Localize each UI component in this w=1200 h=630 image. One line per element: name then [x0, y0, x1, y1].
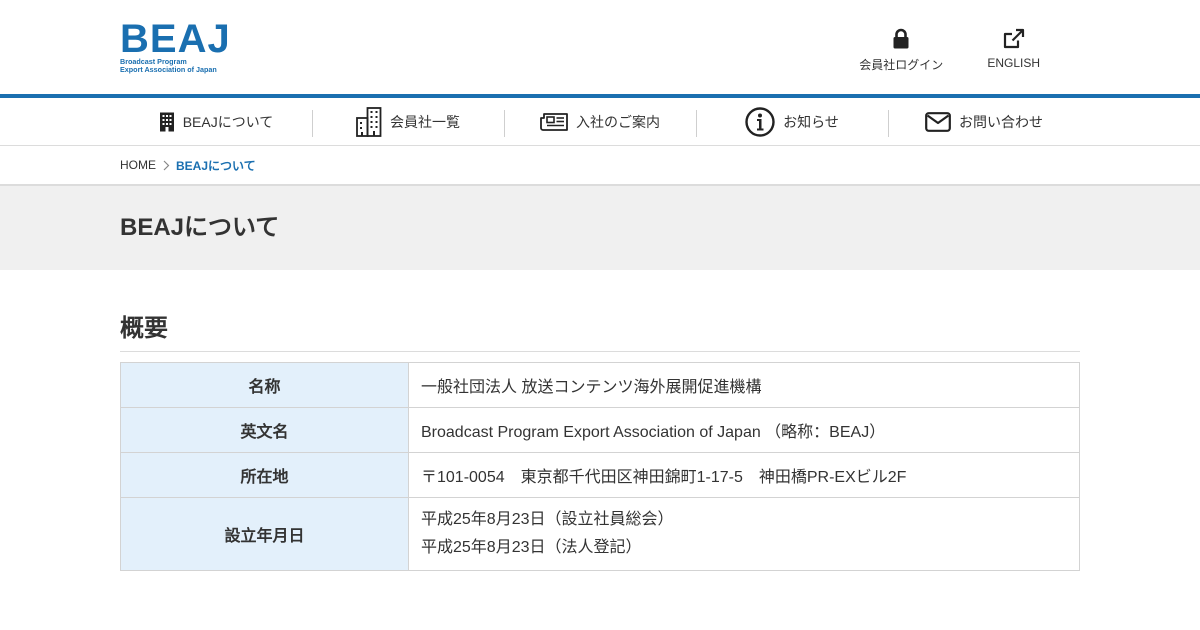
info-icon	[745, 107, 775, 137]
logo-subtitle-line2: Export Association of Japan	[120, 65, 217, 74]
nav-item-about[interactable]: BEAJについて	[120, 98, 312, 146]
section-title: 概要	[120, 308, 1080, 352]
nav-label-join: 入社のご案内	[576, 114, 660, 130]
main-content: 概要 名称 一般社団法人 放送コンテンツ海外展開促進機構 英文名 Broadca…	[120, 270, 1080, 571]
nav-label-about: BEAJについて	[182, 114, 274, 130]
header-utility-links: 会員社ログイン ENGLISH	[859, 26, 1040, 73]
member-login-link[interactable]: 会員社ログイン	[859, 26, 943, 73]
table-row: 所在地 〒101-0054 東京都千代田区神田錦町1-17-5 神田橋PR-EX…	[120, 452, 1080, 498]
building-icon	[159, 112, 175, 132]
row-value-address: 〒101-0054 東京都千代田区神田錦町1-17-5 神田橋PR-EXビル2F	[408, 452, 1080, 498]
logo-wordmark: BEAJ	[120, 17, 231, 61]
chevron-right-icon	[163, 160, 170, 171]
nav-item-join[interactable]: 入社のご案内	[504, 98, 696, 146]
row-value-name: 一般社団法人 放送コンテンツ海外展開促進機構	[408, 362, 1080, 408]
nav-item-contact[interactable]: お問い合わせ	[888, 98, 1080, 146]
office-building-icon	[356, 107, 382, 137]
breadcrumb: HOME BEAJについて	[0, 146, 1200, 186]
nav-item-news[interactable]: お知らせ	[696, 98, 888, 146]
nav-label-members: 会員社一覧	[390, 114, 460, 130]
row-value-established: 平成25年8月23日（設立社員総会） 平成25年8月23日（法人登記）	[408, 497, 1080, 571]
nav-item-members[interactable]: 会員社一覧	[312, 98, 504, 146]
lock-icon	[888, 26, 914, 52]
breadcrumb-home-link[interactable]: HOME	[120, 158, 156, 172]
envelope-icon	[925, 112, 951, 132]
site-logo[interactable]: BEAJ Broadcast Program Export Associatio…	[120, 17, 231, 74]
table-row: 名称 一般社団法人 放送コンテンツ海外展開促進機構	[120, 362, 1080, 408]
row-label-address: 所在地	[120, 452, 409, 498]
member-login-label: 会員社ログイン	[859, 58, 944, 72]
overview-table: 名称 一般社団法人 放送コンテンツ海外展開促進機構 英文名 Broadcast …	[120, 362, 1080, 571]
external-link-icon	[1001, 26, 1027, 52]
established-line-2: 平成25年8月23日（法人登記）	[421, 539, 642, 556]
page-title-band: BEAJについて	[0, 186, 1200, 270]
row-label-established: 設立年月日	[120, 497, 409, 571]
english-label: ENGLISH	[987, 56, 1040, 70]
nav-label-news: お知らせ	[783, 114, 839, 130]
breadcrumb-current: BEAJについて	[176, 158, 256, 173]
site-header: BEAJ Broadcast Program Export Associatio…	[0, 0, 1200, 94]
nav-label-contact: お問い合わせ	[959, 114, 1043, 130]
english-link[interactable]: ENGLISH	[987, 26, 1040, 73]
established-line-1: 平成25年8月23日（設立社員総会）	[421, 511, 674, 528]
table-row: 設立年月日 平成25年8月23日（設立社員総会） 平成25年8月23日（法人登記…	[120, 497, 1080, 571]
row-label-name: 名称	[120, 362, 409, 408]
newspaper-icon	[540, 112, 568, 132]
global-nav: BEAJについて 会員社一覧 入社のご案内 お知らせ お問い合わせ	[0, 98, 1200, 146]
page-title: BEAJについて	[120, 214, 280, 241]
row-label-english-name: 英文名	[120, 407, 409, 453]
row-value-english-name: Broadcast Program Export Association of …	[408, 407, 1080, 453]
table-row: 英文名 Broadcast Program Export Association…	[120, 407, 1080, 453]
